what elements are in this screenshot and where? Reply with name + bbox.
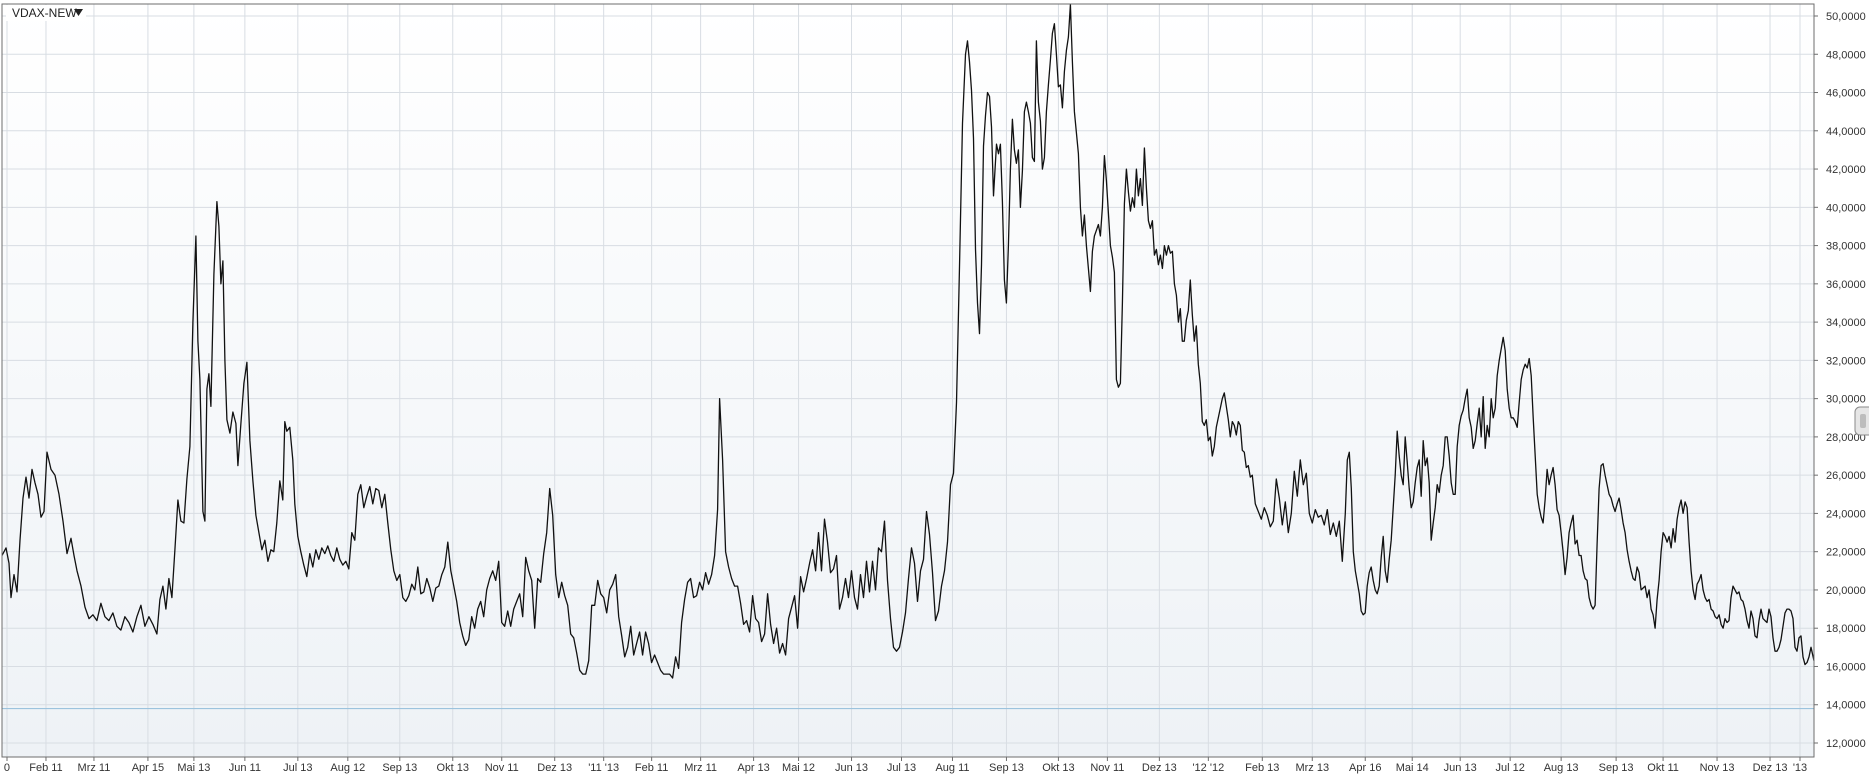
y-tick-label: 20,0000	[1826, 585, 1866, 597]
x-tick-label: Dez 13	[1142, 762, 1177, 774]
x-tick-label: Mrz 13	[1295, 762, 1329, 774]
y-tick-label: 38,0000	[1826, 241, 1866, 253]
x-tick-label: Aug 11	[935, 762, 969, 774]
x-tick-label: Apr 15	[132, 762, 164, 774]
x-tick-label: Jul 13	[283, 762, 312, 774]
y-tick-label: 22,0000	[1826, 547, 1866, 559]
x-tick-label: Sep 13	[382, 762, 417, 774]
x-tick-label: Nov 11	[1090, 762, 1124, 774]
symbol-selector[interactable]: VDAX-NEW	[6, 5, 86, 21]
y-tick-label: 50,0000	[1826, 11, 1866, 23]
x-tick-label: Mai 14	[1396, 762, 1429, 774]
y-tick-label: 48,0000	[1826, 49, 1866, 61]
x-tick-label: Feb 11	[29, 762, 62, 774]
x-tick-label: Okt 13	[437, 762, 469, 774]
x-tick-label: Jun 13	[1444, 762, 1477, 774]
x-tick-label: Sep 13	[989, 762, 1024, 774]
x-tick-label: Feb 11	[635, 762, 668, 774]
y-tick-label: 16,0000	[1826, 661, 1866, 673]
x-tick-label: '12 '12	[1192, 762, 1224, 774]
x-tick-label: Nov 11	[485, 762, 519, 774]
y-axis: 12,0000 14,0000 16,0000 18,0000 20,0000 22,00…	[1814, 11, 1866, 750]
y-tick-label: 40,0000	[1826, 202, 1866, 214]
x-tick-label: Apr 13	[737, 762, 769, 774]
x-tick-label: Nov 13	[1700, 762, 1735, 774]
y-tick-label: 18,0000	[1826, 623, 1866, 635]
y-tick-label: 42,0000	[1826, 164, 1866, 176]
x-tick-label: Dez 13	[537, 762, 572, 774]
x-tick-label: Apr 16	[1349, 762, 1381, 774]
x-tick-label: 0	[4, 762, 10, 774]
x-tick-label: Jul 12	[1495, 762, 1524, 774]
y-tick-label: 34,0000	[1826, 317, 1866, 329]
chart-container: 12,0000 14,0000 16,0000 18,0000 20,0000 22,00…	[0, 0, 1869, 777]
y-tick-label: 46,0000	[1826, 88, 1866, 100]
vdax-line-chart: 12,0000 14,0000 16,0000 18,0000 20,0000 22,00…	[1, 3, 1869, 774]
x-tick-label: Jun 11	[229, 762, 261, 774]
y-tick-label: 26,0000	[1826, 470, 1866, 482]
x-tick-label: Okt 11	[1647, 762, 1679, 774]
x-tick-label: Mrz 11	[78, 762, 111, 774]
x-tick-label: Feb 13	[1245, 762, 1279, 774]
y-tick-label: 44,0000	[1826, 126, 1866, 138]
y-tick-label: 12,0000	[1826, 738, 1866, 750]
y-tick-label: 30,0000	[1826, 394, 1866, 406]
x-tick-label: Jul 13	[887, 762, 916, 774]
y-tick-label: 14,0000	[1826, 700, 1866, 712]
y-tick-label: 24,0000	[1826, 508, 1866, 520]
x-tick-label: Sep 13	[1599, 762, 1634, 774]
x-tick-label: Mai 12	[782, 762, 815, 774]
x-tick-label: Aug 13	[1544, 762, 1579, 774]
x-tick-label: Mrz 11	[684, 762, 717, 774]
x-tick-label: Mai 13	[177, 762, 210, 774]
plot-area[interactable]	[2, 4, 1814, 757]
handle-grip-icon	[1860, 414, 1866, 428]
x-tick-label: Okt 13	[1042, 762, 1074, 774]
side-scroll-handle[interactable]	[1854, 406, 1869, 436]
symbol-label: VDAX-NEW	[12, 6, 77, 20]
x-axis: 0 Feb 11 Mrz 11 Apr 15 Mai 13 Jun 11 Jul 13 Aug…	[4, 757, 1807, 774]
x-tick-label: Jun 13	[835, 762, 868, 774]
x-tick-label: Dez 13	[1753, 762, 1788, 774]
y-tick-label: 32,0000	[1826, 355, 1866, 367]
x-tick-label: '11 '13	[588, 762, 619, 774]
y-tick-label: 36,0000	[1826, 279, 1866, 291]
x-tick-label: Aug 12	[330, 762, 365, 774]
x-tick-label: '13	[1793, 762, 1807, 774]
